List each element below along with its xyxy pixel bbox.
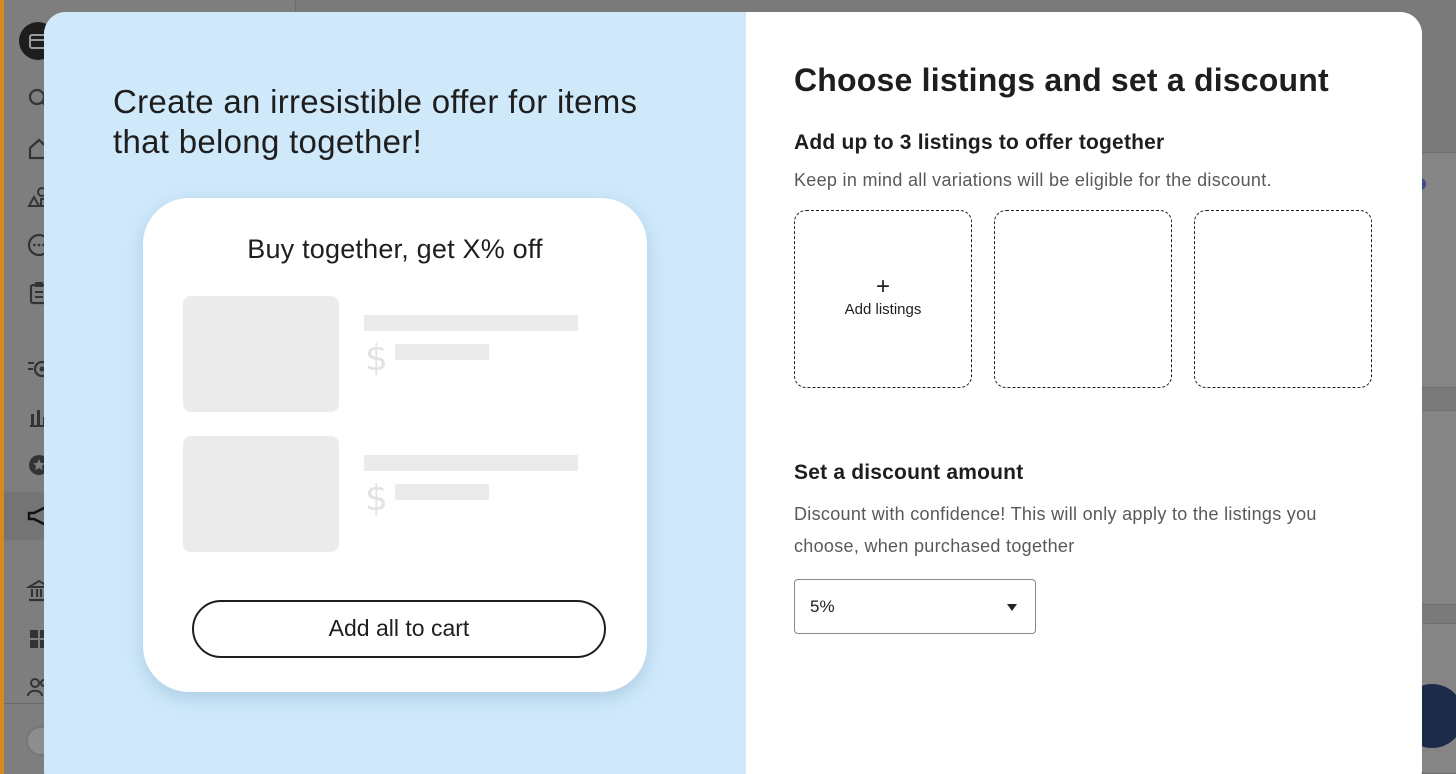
add-all-to-cart-button: Add all to cart [192,600,606,658]
create-offer-modal: Create an irresistible offer for items t… [44,12,1422,774]
listings-heading: Add up to 3 listings to offer together [794,131,1165,154]
chevron-down-icon [1007,604,1017,611]
discount-amount-select[interactable]: 5% [794,579,1036,634]
listing-slot-empty [994,210,1172,388]
placeholder-line [364,315,578,331]
modal-title: Choose listings and set a discount [794,62,1329,98]
discount-heading: Set a discount amount [794,461,1024,484]
placeholder-line [364,455,578,471]
preview-title: Buy together, get X% off [247,234,543,264]
offer-preview-card: Buy together, get X% off $ $ Add all to … [143,198,647,692]
add-listings-label: Add listings [844,301,922,318]
discount-select-value: 5% [810,597,835,616]
placeholder-image [183,436,339,552]
plus-icon: + [875,273,890,300]
dollar-icon: $ [365,478,388,519]
placeholder-image [183,296,339,412]
placeholder-price [395,344,489,360]
dollar-icon: $ [365,338,388,379]
offer-preview-panel: Create an irresistible offer for items t… [44,12,746,774]
listing-slot-empty [1194,210,1372,388]
listings-help-text: Keep in mind all variations will be elig… [794,170,1272,190]
discount-help-text: Discount with confidence! This will only… [794,504,1317,556]
add-listings-button[interactable]: + Add listings [794,210,972,388]
placeholder-price [395,484,489,500]
offer-settings-panel: Choose listings and set a discount Add u… [746,12,1422,774]
offer-headline: Create an irresistible offer for items t… [113,83,638,160]
background-card [1416,410,1456,605]
